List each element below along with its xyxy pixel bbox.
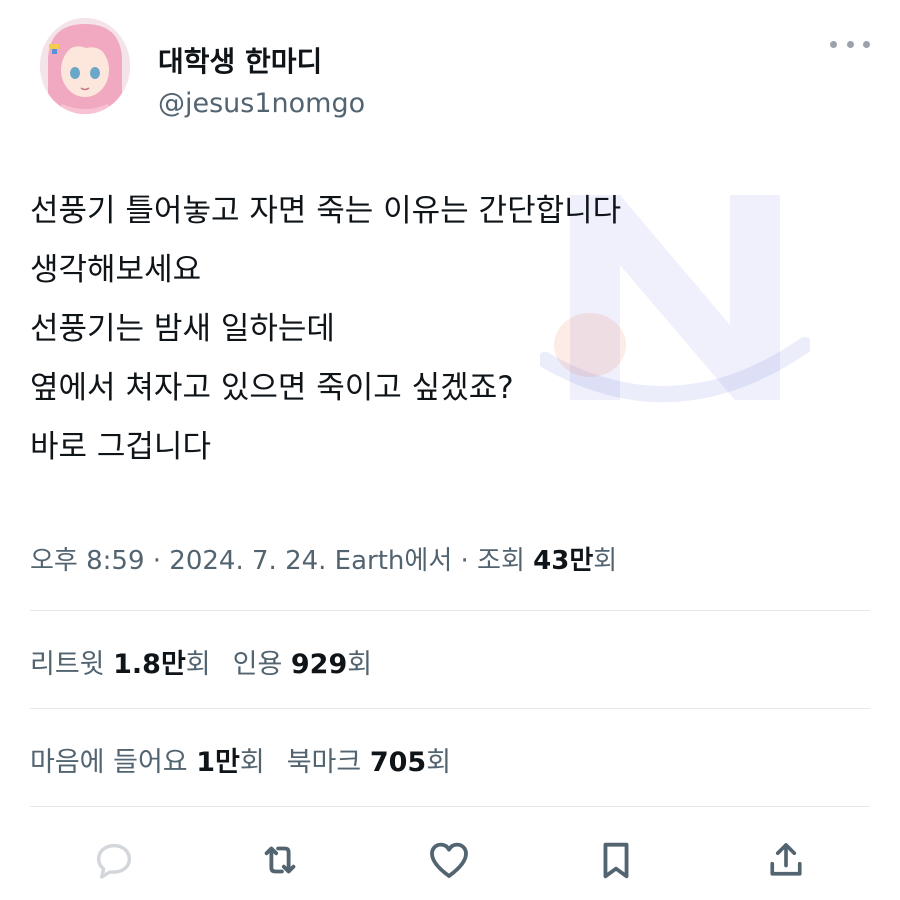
bookmarks-label: 북마크: [286, 747, 370, 778]
tweet-line: 생각해보세요: [30, 252, 202, 288]
retweets-label: 리트윗: [30, 649, 114, 680]
tweet-line: 선풍기는 밤새 일하는데: [30, 311, 335, 347]
more-options-icon[interactable]: [830, 34, 870, 54]
more-dot: [846, 40, 854, 48]
views-suffix: 회: [593, 546, 618, 576]
quotes-suffix: 회: [347, 649, 373, 680]
tweet-text: 선풍기 틀어놓고 자면 죽는 이유는 간단합니다 생각해보세요 선풍기는 밤새 …: [30, 182, 850, 477]
retweets-count: 1.8만: [113, 649, 186, 680]
tweet-meta: 오후 8:59 · 2024. 7. 24. Earth에서 · 조회 43만회: [30, 540, 617, 577]
quotes-label: 인용: [232, 649, 291, 680]
views-label: 조회: [477, 546, 534, 576]
display-name[interactable]: 대학생 한마디: [158, 40, 322, 80]
bookmarks-stat[interactable]: 북마크 705회: [287, 747, 451, 778]
retweet-icon: [264, 846, 296, 874]
likes-count: 1만: [196, 747, 240, 778]
bookmarks-suffix: 회: [426, 747, 452, 778]
meta-separator: ·: [144, 546, 170, 576]
tweet-line: 옆에서 쳐자고 있으면 죽이고 싶겠죠?: [30, 370, 514, 406]
bookmark-icon: [603, 842, 629, 879]
divider: [30, 806, 870, 807]
meta-separator: ·: [452, 546, 478, 576]
likes-label: 마음에 들어요: [30, 747, 197, 778]
like-bookmark-stats: 마음에 들어요 1만회 북마크 705회: [30, 740, 451, 779]
more-dot: [863, 40, 870, 48]
more-dot: [830, 40, 837, 48]
share-button[interactable]: [758, 832, 814, 888]
tweet-date[interactable]: 2024. 7. 24.: [169, 546, 326, 576]
divider: [30, 708, 870, 709]
bookmarks-count: 705: [369, 747, 427, 778]
tweet-source: Earth에서: [326, 546, 453, 576]
quotes-count: 929: [290, 649, 348, 680]
retweet-quote-stats: 리트윗 1.8만회 인용 929회: [30, 642, 372, 681]
views-count: 43만: [533, 546, 594, 576]
bookmark-button[interactable]: [588, 832, 644, 888]
share-icon: [770, 843, 802, 876]
retweet-button[interactable]: [252, 832, 308, 888]
tweet-line: 바로 그겁니다: [30, 429, 211, 465]
anime-girl-avatar-icon: [40, 18, 130, 114]
action-bar: [0, 822, 900, 892]
retweets-suffix: 회: [185, 649, 211, 680]
tweet-time[interactable]: 오후 8:59: [30, 546, 145, 576]
quotes-stat[interactable]: 인용 929회: [233, 649, 372, 680]
tweet-line: 선풍기 틀어놓고 자면 죽는 이유는 간단합니다: [30, 193, 622, 229]
likes-stat[interactable]: 마음에 들어요 1만회: [30, 747, 265, 778]
tweet-header: 대학생 한마디 @jesus1nomgo: [40, 18, 870, 123]
likes-suffix: 회: [239, 747, 265, 778]
user-handle[interactable]: @jesus1nomgo: [158, 88, 365, 119]
reply-icon: [96, 843, 132, 879]
reply-button[interactable]: [86, 832, 142, 888]
retweets-stat[interactable]: 리트윗 1.8만회: [30, 649, 211, 680]
divider: [30, 610, 870, 611]
like-icon: [430, 842, 468, 878]
avatar[interactable]: [40, 18, 130, 114]
like-button[interactable]: [421, 832, 477, 888]
